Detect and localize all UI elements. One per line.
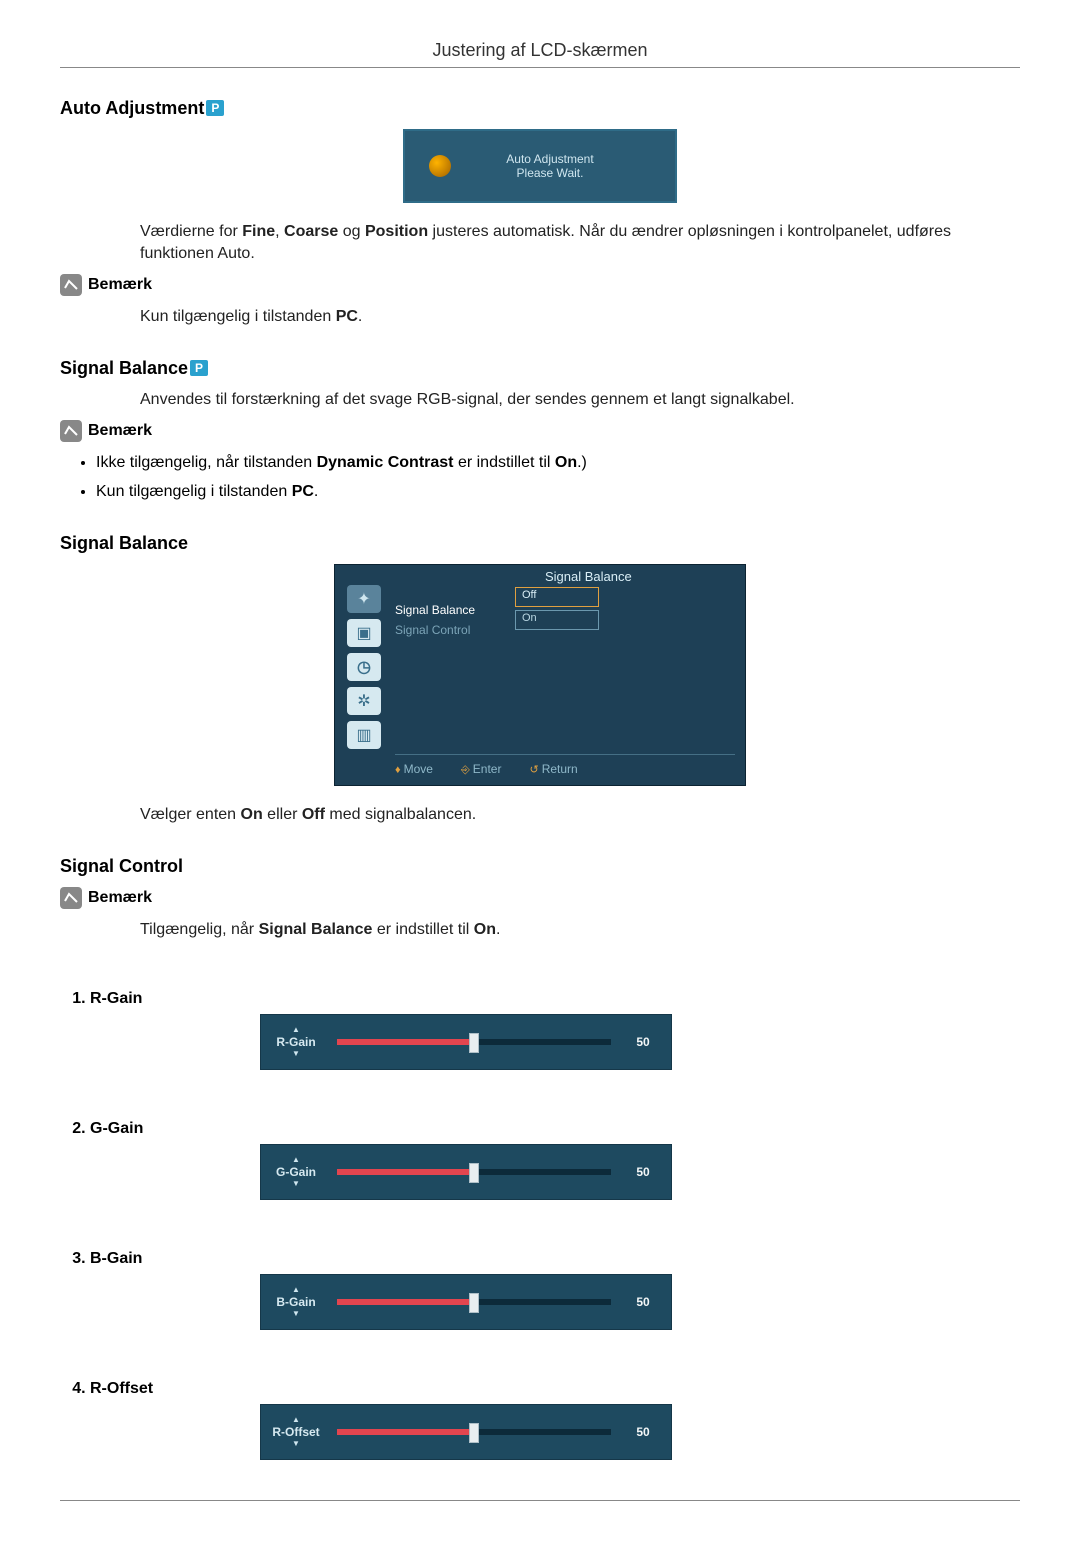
- list-item: Kun tilgængelig i tilstanden PC.: [96, 481, 1020, 503]
- osd-title: Signal Balance: [545, 569, 737, 584]
- slider-b-gain[interactable]: ▲B-Gain▼ 50: [260, 1274, 672, 1330]
- slider-thumb[interactable]: [469, 1163, 479, 1183]
- osd-footer: ♦Move ⎆Enter ↺ Return: [395, 754, 735, 779]
- arrow-up-icon: ▲: [292, 1026, 300, 1034]
- enter-icon: ⎆: [461, 764, 470, 776]
- note-sigbal: Bemærk: [60, 420, 1020, 442]
- note-label: Bemærk: [88, 276, 152, 294]
- panel-line1: Auto Adjustment: [506, 152, 593, 166]
- panel-line2: Please Wait.: [517, 166, 584, 180]
- p-badge-icon: P: [206, 100, 224, 116]
- list-item: Ikke tilgængelig, når tilstanden Dynamic…: [96, 452, 1020, 474]
- signal-control-list: R-Gain ▲R-Gain▼ 50 G-Gain ▲G-Gain▼ 50 B-…: [70, 990, 1020, 1460]
- move-icon: ♦: [395, 764, 401, 776]
- item-label: R-Gain: [90, 990, 142, 1007]
- slider-r-gain[interactable]: ▲R-Gain▼ 50: [260, 1014, 672, 1070]
- item-label: G-Gain: [90, 1120, 143, 1137]
- list-item-r-gain: R-Gain ▲R-Gain▼ 50: [90, 990, 1020, 1070]
- slider-r-offset[interactable]: ▲R-Offset▼ 50: [260, 1404, 672, 1460]
- slider-track[interactable]: [337, 1299, 611, 1305]
- item-label: B-Gain: [90, 1250, 142, 1267]
- slider-thumb[interactable]: [469, 1293, 479, 1313]
- osd-input-icon[interactable]: ▣: [347, 619, 381, 647]
- page-title: Justering af LCD-skærmen: [60, 40, 1020, 61]
- footer-return: Return: [542, 762, 578, 776]
- item-label: R-Offset: [90, 1380, 153, 1397]
- note-sigctrl: Bemærk: [60, 887, 1020, 909]
- osd-row-signal-balance[interactable]: Signal Balance: [395, 603, 515, 617]
- note-label: Bemærk: [88, 889, 152, 907]
- note-icon: [60, 420, 82, 442]
- arrow-up-icon: ▲: [292, 1416, 300, 1424]
- sigbal-desc: Anvendes til forstærkning af det svage R…: [140, 389, 1020, 411]
- note-auto-adj: Bemærk: [60, 274, 1020, 296]
- heading-signal-balance-1: Signal BalanceP: [60, 358, 1020, 379]
- arrow-down-icon: ▼: [292, 1310, 300, 1318]
- sigbal-panel-desc: Vælger enten On eller Off med signalbala…: [140, 804, 1020, 826]
- auto-adj-desc: Værdierne for Fine, Coarse og Position j…: [140, 221, 1020, 264]
- slider-track[interactable]: [337, 1039, 611, 1045]
- slider-value: 50: [625, 1035, 661, 1049]
- slider-label: B-Gain: [276, 1295, 315, 1309]
- footer-enter: Enter: [473, 762, 502, 776]
- note-icon: [60, 274, 82, 296]
- slider-track[interactable]: [337, 1169, 611, 1175]
- osd-clock-icon[interactable]: ◷: [347, 653, 381, 681]
- heading-text: Auto Adjustment: [60, 98, 204, 118]
- osd-multi-icon[interactable]: ▥: [347, 721, 381, 749]
- list-item-r-offset: R-Offset ▲R-Offset▼ 50: [90, 1380, 1020, 1460]
- spinner-icon: [429, 155, 451, 177]
- note-label: Bemærk: [88, 422, 152, 440]
- arrow-down-icon: ▼: [292, 1440, 300, 1448]
- osd-picture-icon[interactable]: ✦: [347, 585, 381, 613]
- list-item-g-gain: G-Gain ▲G-Gain▼ 50: [90, 1120, 1020, 1200]
- osd-row-signal-control[interactable]: Signal Control: [395, 623, 515, 637]
- arrow-down-icon: ▼: [292, 1180, 300, 1188]
- sigctrl-avail: Tilgængelig, når Signal Balance er indst…: [140, 919, 1020, 941]
- slider-thumb[interactable]: [469, 1033, 479, 1053]
- slider-value: 50: [625, 1295, 661, 1309]
- return-icon: ↺: [529, 764, 538, 776]
- slider-track[interactable]: [337, 1429, 611, 1435]
- arrow-down-icon: ▼: [292, 1050, 300, 1058]
- auto-adj-avail: Kun tilgængelig i tilstanden PC.: [140, 306, 1020, 328]
- osd-setup-icon[interactable]: ✲: [347, 687, 381, 715]
- slider-label: G-Gain: [276, 1165, 316, 1179]
- arrow-up-icon: ▲: [292, 1156, 300, 1164]
- footer-move: Move: [404, 762, 433, 776]
- divider: [60, 67, 1020, 68]
- note-icon: [60, 887, 82, 909]
- slider-g-gain[interactable]: ▲G-Gain▼ 50: [260, 1144, 672, 1200]
- auto-adjustment-panel: Auto Adjustment Please Wait.: [403, 129, 677, 203]
- arrow-up-icon: ▲: [292, 1286, 300, 1294]
- heading-auto-adjustment: Auto AdjustmentP: [60, 98, 1020, 119]
- slider-label: R-Offset: [272, 1425, 319, 1439]
- heading-signal-control: Signal Control: [60, 856, 1020, 877]
- heading-text: Signal Balance: [60, 358, 188, 378]
- slider-value: 50: [625, 1425, 661, 1439]
- slider-value: 50: [625, 1165, 661, 1179]
- slider-label: R-Gain: [276, 1035, 315, 1049]
- osd-option-off[interactable]: Off: [515, 587, 599, 607]
- signal-balance-osd: Signal Balance ✦ ▣ ◷ ✲ ▥ Signal Balance …: [334, 564, 746, 786]
- divider: [60, 1500, 1020, 1501]
- sigbal-notes-list: Ikke tilgængelig, når tilstanden Dynamic…: [76, 452, 1020, 503]
- slider-thumb[interactable]: [469, 1423, 479, 1443]
- heading-signal-balance-2: Signal Balance: [60, 533, 1020, 554]
- osd-option-on[interactable]: On: [515, 610, 599, 630]
- osd-sidebar: ✦ ▣ ◷ ✲ ▥: [347, 585, 383, 749]
- p-badge-icon: P: [190, 360, 208, 376]
- list-item-b-gain: B-Gain ▲B-Gain▼ 50: [90, 1250, 1020, 1330]
